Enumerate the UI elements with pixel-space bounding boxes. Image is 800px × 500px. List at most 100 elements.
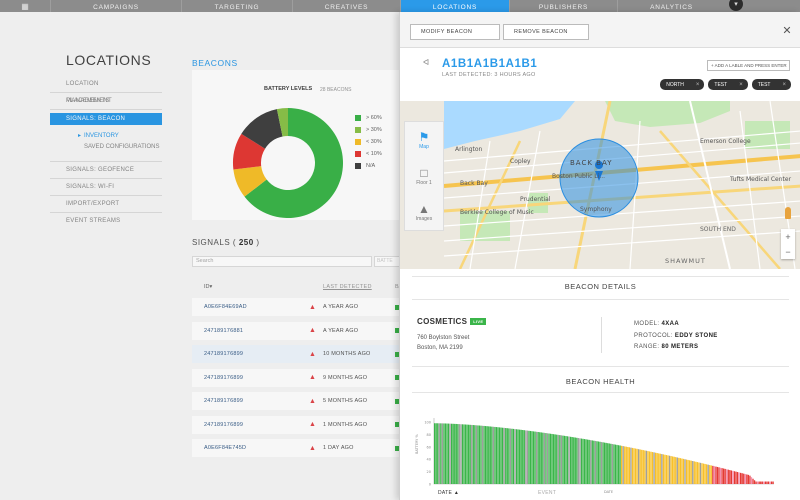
sidebar-item-import-export[interactable]: IMPORT/EXPORT — [50, 196, 162, 213]
column-header-date[interactable]: DATE ▲ — [438, 490, 459, 496]
health-bar — [735, 471, 737, 484]
beacon-id-cell[interactable]: 247189176881 — [204, 328, 243, 334]
table-row[interactable]: 247189176899 ▲ 10 MONTHS AGO — [192, 345, 401, 363]
modify-beacon-button[interactable]: MODIFY BEACON — [410, 24, 500, 40]
last-detected-cell: A YEAR AGO — [323, 327, 359, 334]
health-bar — [563, 435, 566, 484]
remove-beacon-button[interactable]: REMOVE BEACON — [503, 24, 589, 40]
battery-filter-input[interactable]: BATTE — [374, 256, 400, 267]
tab-campaigns[interactable]: CAMPAIGNS — [50, 0, 181, 12]
health-bar — [712, 465, 714, 484]
health-bar — [749, 475, 751, 484]
remove-tag-icon[interactable]: × — [696, 82, 700, 88]
legend-item: < 30% — [355, 136, 382, 148]
sidebar-item-location-management[interactable]: LOCATION MANAGEMENT — [50, 76, 162, 104]
add-label-input[interactable]: + ADD A LABLE AND PRESS ENTER — [707, 60, 790, 71]
sidebar-item-signals-geofence[interactable]: SIGNALS: GEOFENCE — [50, 162, 162, 179]
health-bar — [580, 438, 583, 484]
last-detected-cell: 10 MONTHS AGO — [323, 351, 371, 357]
panel-toolbar: MODIFY BEACON REMOVE BEACON ✕ — [400, 12, 800, 48]
chevron-icon[interactable]: ▾ — [729, 0, 743, 11]
health-bar — [503, 427, 505, 484]
health-bar — [434, 423, 436, 484]
map-view-map[interactable]: ⚑ Map — [405, 122, 443, 158]
tab-targeting[interactable]: TARGETING — [181, 0, 292, 12]
health-bar — [664, 454, 666, 484]
health-bar — [695, 461, 697, 484]
health-bar — [454, 423, 456, 484]
health-bar — [707, 464, 709, 484]
tab-creatives[interactable]: CREATIVES — [292, 0, 400, 12]
warning-icon: ▲ — [309, 374, 316, 381]
beacon-id-cell[interactable]: A0E6F84E69AD — [204, 304, 247, 310]
beacon-id-cell[interactable]: 247189176899 — [204, 422, 243, 428]
sidebar-item-signals-wifi[interactable]: SIGNALS: WI-FI — [50, 179, 162, 196]
map-view-images[interactable]: ▲ Images — [405, 194, 443, 230]
health-bar — [723, 468, 725, 484]
health-bar — [455, 423, 457, 484]
health-bar — [613, 444, 615, 484]
beacon-id-cell[interactable]: 247189176899 — [204, 351, 243, 357]
health-bar — [764, 481, 767, 484]
beacon-id-cell[interactable]: A0E6F84E745D — [204, 445, 246, 451]
warning-icon: ▲ — [309, 444, 316, 452]
health-bar — [746, 474, 748, 484]
last-detected-cell: 1 MONTHS AGO — [323, 421, 368, 428]
table-row[interactable]: 247189176899 ▲ 1 MONTHS AGO — [192, 415, 401, 434]
health-bar — [593, 440, 595, 484]
remove-tag-icon[interactable]: × — [782, 82, 786, 88]
health-bar — [548, 433, 550, 484]
health-bar — [702, 463, 705, 484]
zoom-in-button[interactable]: + — [785, 232, 790, 242]
sidebar-item-placements[interactable]: PLACEMENTS — [50, 93, 162, 110]
health-bar — [536, 431, 538, 484]
health-bar — [568, 436, 570, 484]
health-bar — [553, 434, 555, 484]
street-view-icon[interactable] — [785, 207, 791, 219]
table-row[interactable]: 247189176899 ▲ 5 MONTHS AGO — [192, 392, 401, 410]
sidebar-item-signals-beacon[interactable]: SIGNALS: BEACON — [50, 113, 162, 125]
venue-address: 760 Boylston Street Boston, MA 2199 — [417, 335, 470, 351]
close-icon[interactable]: ✕ — [781, 24, 793, 37]
health-bar — [440, 423, 442, 484]
beacon-id: A1B1A1B1A1B1 — [442, 58, 538, 70]
y-tick-label: 40 — [427, 458, 431, 462]
health-bar — [644, 450, 646, 484]
health-bar — [537, 432, 539, 484]
table-row[interactable]: A0E6F84E69AD ▲ A YEAR AGO — [192, 298, 401, 316]
tab-locations[interactable]: LOCATIONS — [400, 0, 509, 12]
zoom-out-button[interactable]: − — [785, 247, 790, 257]
sidebar-subitem-saved-configurations[interactable]: SAVED CONFIGURATIONS — [50, 142, 162, 153]
divider — [412, 392, 789, 393]
table-row[interactable]: 247189176881 ▲ A YEAR AGO — [192, 321, 401, 340]
health-bar — [729, 470, 731, 484]
beacon-map[interactable]: BACK BAY Boston Public Li... SOUTH END S… — [400, 101, 800, 269]
column-header-id[interactable]: ID▾ — [204, 284, 212, 290]
health-bar — [662, 454, 665, 484]
remove-tag-icon[interactable]: × — [739, 82, 743, 88]
beacon-id-cell[interactable]: 247189176899 — [204, 375, 243, 381]
health-bar — [767, 481, 770, 484]
map-label: Tufts Medical Center — [729, 176, 792, 183]
sidebar-item-event-streams[interactable]: EVENT STREAMS — [50, 213, 162, 230]
map-view-floor[interactable]: □ Floor 1 — [405, 158, 443, 194]
column-header-last-detected[interactable]: LAST DETECTED — [323, 284, 372, 290]
table-row[interactable]: A0E6F84E745D ▲ 1 DAY AGO — [192, 439, 401, 457]
search-input[interactable]: Search — [192, 256, 372, 267]
health-bar — [591, 440, 593, 484]
tab-analytics[interactable]: ANALYTICS — [617, 0, 725, 12]
y-tick-label: 0 — [429, 483, 431, 487]
sidebar-subitem-inventory[interactable]: INVENTORY — [50, 131, 162, 142]
beacon-id-cell[interactable]: 247189176899 — [204, 398, 243, 404]
table-row[interactable]: 247189176899 ▲ 9 MONTHS AGO — [192, 368, 401, 387]
health-bar — [579, 438, 581, 484]
health-bar — [710, 465, 712, 484]
health-bar — [732, 470, 734, 484]
health-bar — [443, 423, 445, 484]
health-bar — [766, 481, 768, 484]
tag-list: NORTH × TEST × TEST × — [660, 79, 791, 90]
tab-publishers[interactable]: PUBLISHERS — [509, 0, 617, 12]
menu-icon[interactable]: ▦ — [0, 0, 50, 12]
health-bar — [661, 454, 663, 484]
column-header-event[interactable]: EVENT — [538, 490, 556, 496]
